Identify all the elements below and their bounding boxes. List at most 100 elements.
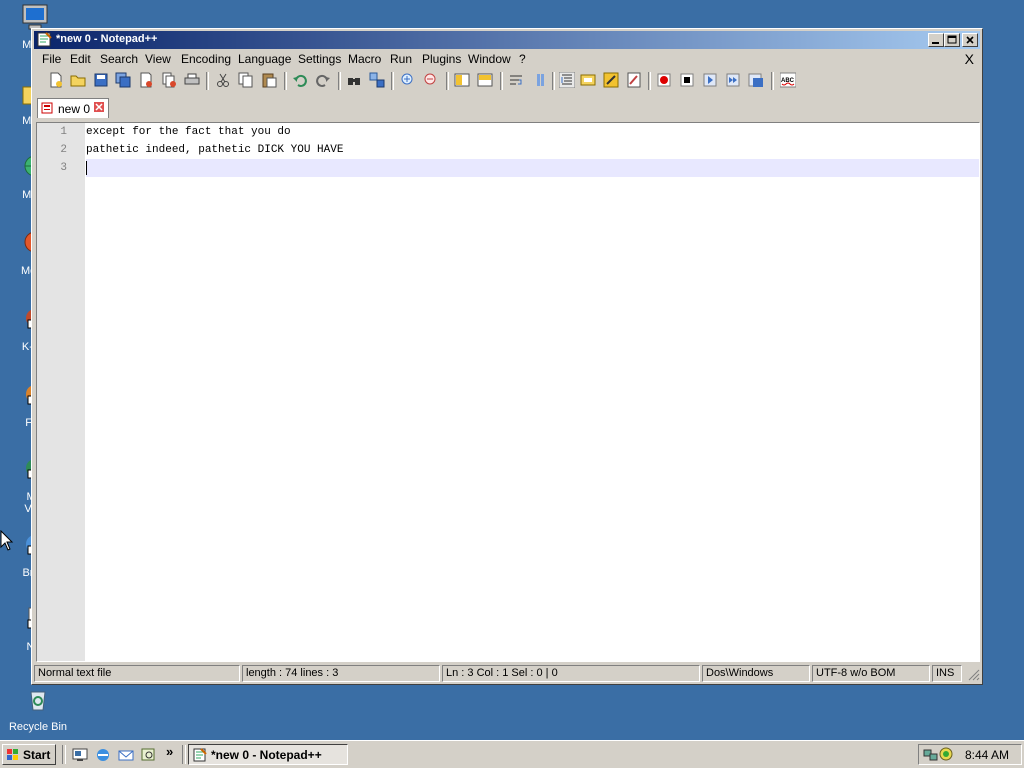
menu-edit[interactable]: Edit: [70, 52, 91, 66]
line-number: 2: [60, 144, 67, 156]
status-eol-format: Dos\Windows: [702, 665, 810, 682]
maximize-icon: [947, 35, 957, 44]
taskbar: Start » *new 0 - Notepad++ 8:44 AM: [0, 740, 1024, 768]
save-macro-icon[interactable]: [748, 72, 764, 88]
window-title: *new 0 - Notepad++: [56, 33, 158, 45]
menu-language[interactable]: Language: [238, 52, 291, 66]
sync-vertical-icon[interactable]: [454, 72, 470, 88]
desktop-icon-recycle-bin[interactable]: Recycle Bin: [3, 684, 73, 733]
menu-run[interactable]: Run: [390, 52, 412, 66]
indent-guide-icon[interactable]: [559, 72, 575, 88]
menu-encoding[interactable]: Encoding: [181, 52, 231, 66]
menu-macro[interactable]: Macro: [348, 52, 381, 66]
mouse-pointer-icon: [0, 530, 14, 551]
save-all-icon[interactable]: [115, 72, 131, 88]
new-file-icon[interactable]: [48, 72, 64, 88]
current-line-highlight: [86, 159, 979, 177]
minimize-icon: [932, 42, 939, 44]
copy-icon[interactable]: [238, 72, 254, 88]
cut-icon[interactable]: [215, 72, 231, 88]
print-icon[interactable]: [184, 72, 200, 88]
tab-close-icon[interactable]: [94, 102, 104, 112]
toolbar-separator: [446, 72, 449, 90]
open-file-icon[interactable]: [70, 72, 86, 88]
status-encoding: UTF-8 w/o BOM: [812, 665, 930, 682]
maximize-button[interactable]: [944, 33, 960, 47]
tab-new-0[interactable]: new 0: [37, 98, 109, 118]
code-line[interactable]: except for the fact that you do: [86, 126, 291, 138]
taskbar-button-notepad[interactable]: *new 0 - Notepad++: [188, 744, 348, 765]
status-file-type: Normal text file: [34, 665, 240, 682]
start-button[interactable]: Start: [2, 744, 56, 765]
menu-help[interactable]: ?: [519, 52, 526, 66]
line-number: 3: [60, 162, 67, 174]
quick-launch-overflow-chevron[interactable]: »: [166, 744, 173, 759]
toolbar-separator: [206, 72, 209, 90]
record-macro-icon[interactable]: [656, 72, 672, 88]
menu-file[interactable]: File: [42, 52, 61, 66]
zoom-in-icon[interactable]: [400, 72, 416, 88]
close-document-button[interactable]: X: [965, 51, 974, 67]
menu-view[interactable]: View: [145, 52, 171, 66]
desktop-icon-label: Recycle Bin: [8, 721, 68, 733]
recycle-bin-icon: [30, 691, 46, 711]
folder-view-icon[interactable]: [580, 72, 596, 88]
system-tray: 8:44 AM: [918, 744, 1022, 765]
toolbar-separator: [648, 72, 651, 90]
toolbar-separator: [338, 72, 341, 90]
status-cursor-position: Ln : 3 Col : 1 Sel : 0 | 0: [442, 665, 700, 682]
close-button[interactable]: [962, 33, 978, 47]
status-length-lines: length : 74 lines : 3: [242, 665, 440, 682]
outlook-express-icon[interactable]: [118, 747, 134, 763]
stop-recording-icon[interactable]: [679, 72, 695, 88]
save-icon[interactable]: [93, 72, 109, 88]
close-icon: [966, 36, 974, 44]
menu-plugins[interactable]: Plugins: [422, 52, 461, 66]
resize-grip-icon[interactable]: [966, 667, 980, 681]
play-multiple-icon[interactable]: [725, 72, 741, 88]
title-bar[interactable]: *new 0 - Notepad++: [34, 31, 980, 49]
paste-icon[interactable]: [261, 72, 277, 88]
menu-settings[interactable]: Settings: [298, 52, 341, 66]
start-label: Start: [23, 748, 51, 762]
sync-horizontal-icon[interactable]: [477, 72, 493, 88]
windows-logo-icon: [7, 749, 18, 760]
play-macro-icon[interactable]: [702, 72, 718, 88]
find-icon[interactable]: [346, 72, 362, 88]
tab-label: new 0: [58, 102, 91, 116]
line-number-gutter: [37, 123, 85, 661]
redo-icon[interactable]: [315, 72, 331, 88]
undo-icon[interactable]: [292, 72, 308, 88]
zoom-out-icon[interactable]: [423, 72, 439, 88]
toolbar-separator: [284, 72, 287, 90]
menu-bar: File Edit Search View Encoding Language …: [34, 50, 980, 69]
unsaved-file-icon: [41, 102, 53, 114]
toolbar-separator: [391, 72, 394, 90]
notepad-app-icon: [37, 32, 52, 47]
show-desktop-icon[interactable]: [72, 747, 88, 763]
close-all-icon[interactable]: [161, 72, 177, 88]
replace-icon[interactable]: [369, 72, 385, 88]
line-number: 1: [60, 126, 67, 138]
show-all-chars-icon[interactable]: [531, 72, 547, 88]
user-define-dialog-icon[interactable]: [603, 72, 619, 88]
word-wrap-icon[interactable]: [508, 72, 524, 88]
security-tray-icon[interactable]: [939, 747, 954, 762]
minimize-button[interactable]: [928, 33, 944, 47]
doc-map-icon[interactable]: [626, 72, 642, 88]
internet-explorer-icon[interactable]: [95, 747, 111, 763]
notepad-plus-plus-window: *new 0 - Notepad++ File Edit Search View…: [31, 28, 983, 685]
menu-search[interactable]: Search: [100, 52, 138, 66]
status-insert-mode: INS: [932, 665, 962, 682]
clock: 8:44 AM: [964, 748, 1009, 762]
media-search-icon[interactable]: [141, 747, 157, 763]
text-caret: [86, 161, 87, 175]
close-file-icon[interactable]: [138, 72, 154, 88]
spell-check-icon[interactable]: ABC: [780, 72, 796, 88]
text-editor[interactable]: 1 2 3 except for the fact that you do pa…: [36, 122, 980, 662]
toolbar-separator: [771, 72, 774, 90]
code-line[interactable]: pathetic indeed, pathetic DICK YOU HAVE: [86, 144, 343, 156]
toolbar-separator: [552, 72, 555, 90]
menu-window[interactable]: Window: [468, 52, 511, 66]
network-tray-icon[interactable]: [923, 747, 938, 762]
